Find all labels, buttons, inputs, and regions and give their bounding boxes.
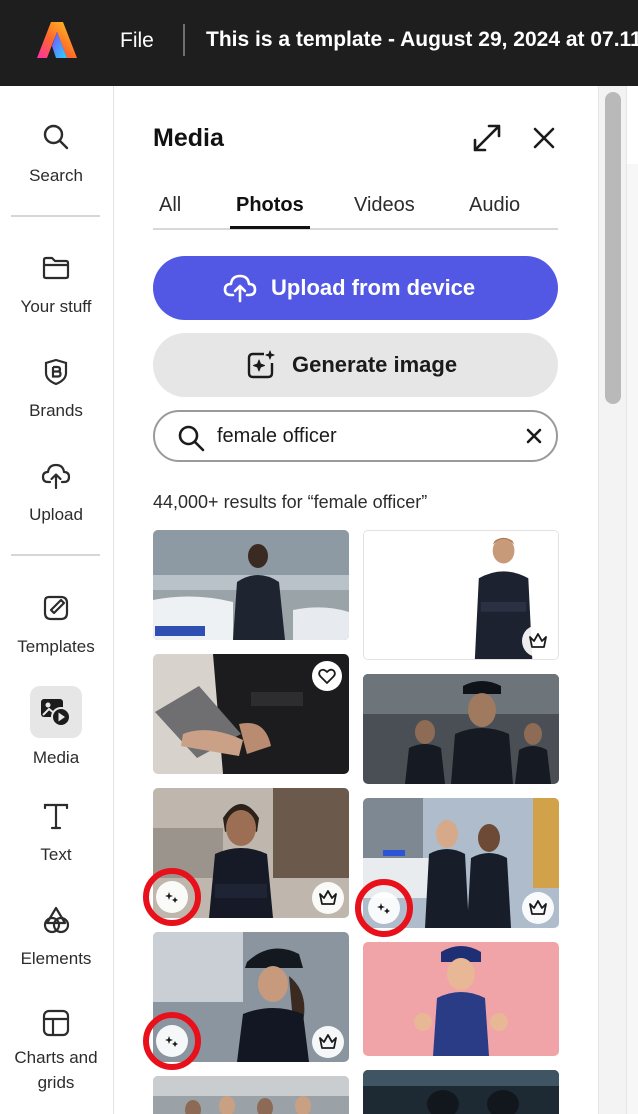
- rail-item-label: Charts and grids: [14, 1048, 98, 1092]
- rail-item-label: Elements: [20, 949, 92, 968]
- premium-badge: [522, 625, 554, 657]
- expand-icon[interactable]: [471, 122, 503, 154]
- photo-result[interactable]: [363, 942, 559, 1056]
- rail-item-charts-and-grids[interactable]: Charts and grids: [0, 1008, 112, 1095]
- search-input[interactable]: [217, 420, 507, 452]
- cloud-upload-icon: [41, 463, 71, 490]
- rail-item-media[interactable]: Media: [0, 686, 112, 771]
- canvas-edge: [626, 86, 638, 164]
- topbar-divider: [183, 24, 185, 56]
- media-tabs: All Photos Videos Audio: [153, 194, 558, 230]
- crown-check-icon: [319, 1034, 337, 1049]
- generate-image-button[interactable]: Generate image: [153, 333, 558, 397]
- tab-photos[interactable]: Photos: [236, 194, 304, 217]
- rail-item-label: Your stuff: [20, 297, 92, 316]
- premium-badge: [522, 892, 554, 924]
- crown-check-icon: [319, 890, 337, 905]
- rail-item-your-stuff[interactable]: Your stuff: [0, 253, 112, 320]
- crown-check-icon: [529, 900, 547, 915]
- canvas-edge: [626, 164, 638, 1114]
- upload-from-device-button[interactable]: Upload from device: [153, 256, 558, 320]
- sparkle-icon: [165, 1036, 178, 1047]
- rail-divider: [11, 215, 100, 217]
- rail-divider: [11, 554, 100, 556]
- premium-badge: [312, 882, 344, 914]
- photo-result[interactable]: [363, 530, 559, 660]
- rail-item-label: Search: [29, 166, 83, 185]
- ai-generated-badge[interactable]: [368, 892, 400, 924]
- photo-thumbnail: [153, 530, 349, 640]
- photo-result[interactable]: [153, 530, 349, 640]
- search-icon: [178, 425, 205, 452]
- media-panel: Media All Photos Videos Audio Upload fro…: [115, 86, 598, 1114]
- ai-generated-badge[interactable]: [156, 881, 188, 913]
- photo-result[interactable]: [153, 1076, 349, 1114]
- panel-scrollbar[interactable]: [598, 86, 626, 1114]
- photo-thumbnail: [363, 1070, 559, 1114]
- rail-item-text[interactable]: Text: [0, 801, 112, 868]
- templates-icon: [43, 595, 69, 621]
- rail-item-label: Templates: [17, 637, 95, 656]
- text-icon: [43, 803, 69, 830]
- highlight-circle: [143, 868, 201, 926]
- highlight-circle: [355, 879, 413, 937]
- rail-item-elements[interactable]: Elements: [0, 905, 112, 972]
- highlight-circle: [143, 1012, 201, 1070]
- tab-all[interactable]: All: [159, 194, 181, 217]
- rail-item-brands[interactable]: Brands: [0, 357, 112, 424]
- photo-result[interactable]: [153, 654, 349, 774]
- scrollbar-thumb[interactable]: [605, 92, 621, 404]
- photo-thumbnail: [363, 674, 559, 784]
- sparkle-icon: [165, 892, 178, 903]
- tab-audio[interactable]: Audio: [469, 194, 520, 217]
- rail-item-templates[interactable]: Templates: [0, 593, 112, 660]
- search-icon: [43, 124, 69, 150]
- photo-thumbnail: [363, 942, 559, 1056]
- adobe-express-logo-icon[interactable]: [36, 20, 78, 60]
- generate-button-label: Generate image: [292, 352, 458, 377]
- top-bar: File This is a template - August 29, 202…: [0, 0, 638, 86]
- favorite-button[interactable]: [312, 661, 342, 691]
- rail-item-label: Text: [40, 845, 72, 864]
- clear-search-icon[interactable]: [525, 427, 543, 445]
- premium-badge: [312, 1026, 344, 1058]
- elements-icon: [43, 906, 70, 934]
- photo-thumbnail: [153, 1076, 349, 1114]
- rail-item-search[interactable]: Search: [0, 122, 112, 189]
- ai-generated-badge[interactable]: [156, 1025, 188, 1057]
- rail-item-label: Brands: [29, 401, 83, 420]
- media-icon: [41, 699, 71, 727]
- photo-result[interactable]: [363, 1070, 559, 1114]
- file-menu[interactable]: File: [120, 29, 154, 53]
- search-field: [153, 410, 558, 462]
- photo-result[interactable]: [363, 674, 559, 784]
- crown-check-icon: [529, 633, 547, 648]
- active-tab-indicator: [230, 226, 310, 229]
- folder-icon: [42, 256, 70, 280]
- rail-item-label: Upload: [29, 505, 83, 524]
- rail-item-active-indicator: [30, 686, 82, 738]
- document-title[interactable]: This is a template - August 29, 2024 at …: [206, 28, 638, 52]
- charts-grids-icon: [42, 1009, 70, 1037]
- cloud-upload-icon: [223, 274, 257, 303]
- sparkle-icon: [377, 903, 390, 914]
- upload-button-label: Upload from device: [271, 275, 476, 300]
- heart-icon: [318, 668, 336, 684]
- generate-image-icon: [247, 350, 275, 379]
- rail-item-upload[interactable]: Upload: [0, 461, 112, 528]
- close-icon[interactable]: [530, 124, 558, 152]
- left-rail: Search Your stuff Brands Upload Template…: [0, 86, 114, 1114]
- rail-item-label: Media: [32, 748, 80, 767]
- brand-icon: [44, 358, 68, 386]
- tab-videos[interactable]: Videos: [354, 194, 415, 217]
- panel-title: Media: [153, 124, 224, 152]
- results-count: 44,000+ results for “female officer”: [153, 492, 428, 512]
